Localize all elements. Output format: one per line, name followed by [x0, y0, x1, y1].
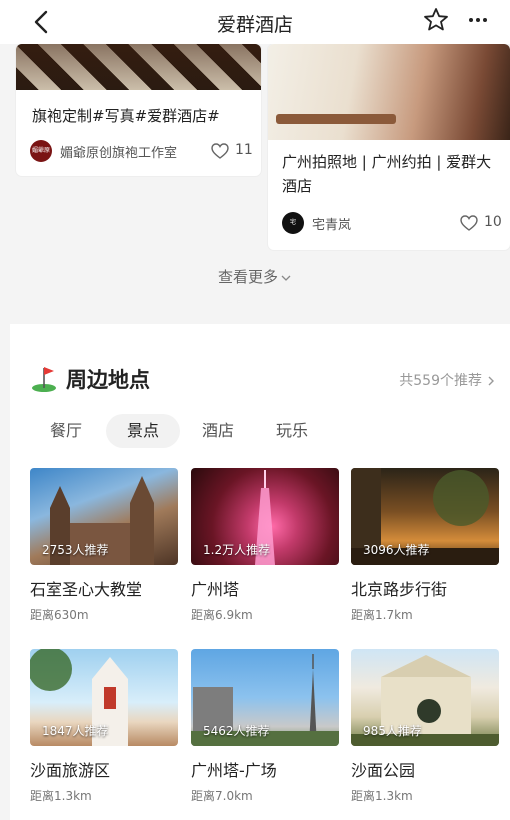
place-distance: 距离7.0km	[191, 789, 253, 803]
note-card[interactable]: 旗袍定制#写真#爱群酒店# 媚爺原创 媚爺原创旗袍工作室 11	[16, 44, 261, 176]
place-recommend-count: 1847人推荐	[42, 724, 109, 738]
place-card[interactable]: 1847人推荐 沙面旅游区 距离1.3km	[30, 649, 178, 809]
place-distance: 距离6.9km	[191, 608, 253, 622]
more-dots-icon[interactable]	[464, 6, 492, 34]
tab-entertainment[interactable]: 玩乐	[262, 414, 322, 448]
avatar[interactable]: 宅	[282, 212, 304, 234]
place-image: 5462人推荐	[191, 649, 339, 746]
place-image: 3096人推荐	[351, 468, 499, 565]
avatar[interactable]: 媚爺原创	[30, 140, 52, 176]
tab-attractions[interactable]: 景点	[106, 414, 180, 448]
place-name: 北京路步行街	[351, 580, 448, 599]
place-recommend-count: 3096人推荐	[363, 543, 430, 557]
place-name: 石室圣心大教堂	[30, 580, 143, 599]
note-title: 广州拍照地 | 广州约拍 | 爱群大酒店	[282, 153, 492, 195]
place-image: 1.2万人推荐	[191, 468, 339, 565]
author-name[interactable]: 宅青岚	[312, 214, 351, 233]
see-more-link[interactable]: 查看更多	[0, 266, 510, 287]
place-image: 1847人推荐	[30, 649, 178, 746]
note-cover-image	[16, 44, 261, 90]
nearby-header: 周边地点 共559个推荐	[10, 324, 510, 392]
place-card[interactable]: 1.2万人推荐 广州塔 距离6.9km	[191, 468, 339, 628]
place-distance: 距离1.7km	[351, 608, 413, 622]
place-recommend-count: 2753人推荐	[42, 543, 109, 557]
like-count: 10	[484, 214, 502, 230]
recommend-total: 共559个推荐	[399, 373, 482, 389]
like-button[interactable]: 11	[211, 140, 255, 162]
place-card[interactable]: 3096人推荐 北京路步行街 距离1.7km	[351, 468, 499, 628]
chevron-right-icon	[488, 376, 494, 386]
place-name: 广州塔	[191, 580, 240, 599]
place-name: 沙面旅游区	[30, 761, 111, 780]
place-recommend-count: 985人推荐	[363, 724, 422, 738]
star-outline-icon[interactable]	[422, 6, 450, 34]
place-distance: 距离1.3km	[30, 789, 92, 803]
place-recommend-count: 5462人推荐	[203, 724, 270, 738]
nearby-section: 周边地点 共559个推荐 餐厅 景点 酒店 玩乐 2753人推荐 石室圣心大教堂…	[10, 324, 510, 820]
note-title: 旗袍定制#写真#爱群酒店#	[32, 107, 220, 125]
notes-section: 旗袍定制#写真#爱群酒店# 媚爺原创 媚爺原创旗袍工作室 11 广州拍照地 | …	[0, 44, 510, 324]
see-more-label: 查看更多	[217, 268, 278, 286]
note-author-row: 媚爺原创 媚爺原创旗袍工作室 11	[30, 140, 255, 176]
place-distance: 距离630m	[30, 608, 89, 622]
recommend-total-link[interactable]: 共559个推荐	[399, 370, 496, 390]
tab-hotel[interactable]: 酒店	[188, 414, 248, 448]
place-card[interactable]: 985人推荐 沙面公园 距离1.3km	[351, 649, 499, 809]
heart-icon	[460, 215, 478, 231]
place-image: 985人推荐	[351, 649, 499, 746]
category-tabs: 餐厅 景点 酒店 玩乐	[30, 414, 500, 448]
author-name[interactable]: 媚爺原创旗袍工作室	[60, 142, 177, 161]
golf-flag-icon	[32, 367, 56, 392]
place-card[interactable]: 2753人推荐 石室圣心大教堂 距离630m	[30, 468, 178, 628]
heart-icon	[211, 143, 229, 159]
place-card[interactable]: 5462人推荐 广州塔-广场 距离7.0km	[191, 649, 339, 809]
place-image: 2753人推荐	[30, 468, 178, 565]
place-distance: 距离1.3km	[351, 789, 413, 803]
place-name: 沙面公园	[351, 761, 416, 780]
chevron-down-icon	[281, 275, 291, 281]
tab-restaurant[interactable]: 餐厅	[36, 414, 96, 448]
like-count: 11	[235, 142, 253, 158]
note-cover-image	[268, 44, 510, 140]
top-bar: 爱群酒店	[0, 0, 510, 44]
place-recommend-count: 1.2万人推荐	[203, 543, 271, 557]
note-card[interactable]: 广州拍照地 | 广州约拍 | 爱群大酒店 宅 宅青岚 10	[268, 44, 510, 250]
note-author-row: 宅 宅青岚 10	[282, 212, 502, 236]
cover-detail	[276, 114, 396, 124]
section-title: 周边地点	[66, 368, 150, 392]
like-button[interactable]: 10	[460, 212, 506, 234]
place-name: 广州塔-广场	[191, 761, 277, 780]
